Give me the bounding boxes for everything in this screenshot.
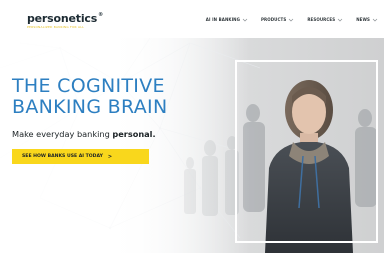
site-header: personetics® PERSONALIZED BANKING FOR AL… bbox=[0, 0, 384, 38]
nav-item-resources[interactable]: RESOURCES bbox=[307, 17, 343, 22]
see-how-banks-use-ai-button[interactable]: SEE HOW BANKS USE AI TODAY > bbox=[12, 149, 149, 164]
brand-name[interactable]: personetics bbox=[27, 12, 97, 25]
cta-label: SEE HOW BANKS USE AI TODAY bbox=[22, 154, 103, 159]
page: personetics® PERSONALIZED BANKING FOR AL… bbox=[0, 0, 384, 253]
nav-item-news[interactable]: NEWS bbox=[356, 17, 378, 22]
chevron-down-icon bbox=[289, 18, 294, 21]
nav-item-label: PRODUCTS bbox=[261, 17, 287, 22]
headline-line-2: BANKING BRAIN bbox=[12, 96, 168, 118]
subheading-text: Make everyday banking bbox=[12, 129, 113, 139]
chevron-down-icon bbox=[337, 18, 343, 21]
nav-item-label: RESOURCES bbox=[307, 17, 336, 22]
headline-line-1: THE COGNITIVE bbox=[12, 75, 165, 97]
subheading-bold: personal. bbox=[112, 129, 156, 139]
main-nav: AI IN BANKING PRODUCTS RESOURCES NEWS bbox=[193, 17, 378, 22]
hero-headline: THE COGNITIVE BANKING BRAIN bbox=[12, 76, 167, 118]
registered-mark: ® bbox=[98, 12, 103, 18]
chevron-down-icon bbox=[242, 18, 248, 21]
brand-logo[interactable]: personetics® bbox=[27, 12, 103, 25]
hero-subheading: Make everyday banking personal. bbox=[12, 129, 156, 139]
nav-item-label: AI IN BANKING bbox=[205, 17, 241, 22]
brand-tagline: PERSONALIZED BANKING FOR ALL bbox=[27, 25, 84, 29]
hero-section bbox=[0, 38, 384, 253]
nav-item-label: NEWS bbox=[356, 17, 370, 22]
chevron-down-icon bbox=[372, 18, 378, 21]
photo-frame bbox=[235, 60, 378, 243]
chevron-right-icon: > bbox=[107, 153, 113, 160]
nav-item-products[interactable]: PRODUCTS bbox=[261, 17, 294, 22]
hero-fade bbox=[0, 38, 250, 253]
nav-item-ai-in-banking[interactable]: AI IN BANKING bbox=[206, 17, 248, 22]
